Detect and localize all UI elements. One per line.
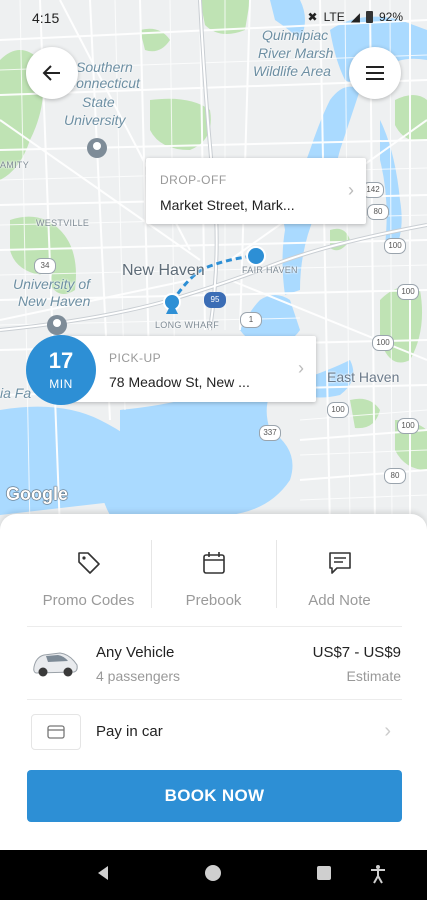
- vehicle-passengers: 4 passengers: [96, 668, 181, 684]
- road-shield: 80: [384, 468, 406, 484]
- status-time: 4:15: [32, 10, 60, 26]
- credit-card-icon: [47, 725, 65, 739]
- menu-button[interactable]: [349, 47, 401, 99]
- recents-nav-icon[interactable]: [315, 864, 333, 882]
- navigation-bar: [0, 850, 427, 900]
- map-label-southern: Southern: [76, 59, 133, 75]
- booking-sheet: Promo Codes Prebook Add Note Any Vehicle…: [0, 514, 427, 850]
- map-label-fair-haven: FAIR HAVEN: [242, 265, 298, 275]
- status-icons: ✖ LTE ◢ 92%: [308, 10, 403, 24]
- vehicle-row[interactable]: [0, 627, 427, 699]
- road-shield: 34: [34, 258, 56, 274]
- vehicle-price: US$7 - US$9: [312, 644, 401, 661]
- tag-icon: [77, 552, 100, 574]
- map-label-amity: AMITY: [0, 160, 30, 170]
- road-shield: 1: [240, 312, 262, 328]
- google-logo: Google: [6, 484, 68, 504]
- car-icon: [33, 652, 78, 677]
- map-label-wildlife-area: Wildlife Area: [253, 63, 331, 79]
- road-shield: 100: [384, 238, 406, 254]
- price-estimate-label: Estimate: [346, 668, 401, 684]
- calendar-icon: [202, 552, 225, 574]
- vehicle-name: Any Vehicle: [96, 644, 175, 661]
- back-arrow-icon: [42, 65, 60, 81]
- dropoff-label: DROP-OFF: [160, 173, 227, 187]
- back-button[interactable]: [26, 47, 78, 99]
- road-shield: 100: [372, 335, 394, 351]
- accessibility-icon[interactable]: [368, 864, 388, 884]
- status-bar: 4:15 ✖ LTE ◢ 92%: [0, 0, 427, 34]
- road-shield: 100: [397, 418, 419, 434]
- eta-value: 17: [48, 348, 74, 373]
- hamburger-icon: [366, 66, 384, 80]
- eta-badge: 17 MIN: [26, 335, 96, 405]
- network-label: LTE: [323, 10, 345, 24]
- mute-icon: ✖: [307, 10, 318, 24]
- road-shield: 100: [327, 402, 349, 418]
- pickup-card[interactable]: PICK-UP 78 Meadow St, New ... ›: [64, 336, 316, 402]
- prebook-label: Prebook: [185, 592, 242, 609]
- promo-codes-button[interactable]: Promo Codes: [26, 544, 151, 614]
- map-label-uni-new-haven-2: New Haven: [18, 293, 91, 309]
- pickup-address: 78 Meadow St, New ...: [109, 374, 250, 390]
- road-shield: 80: [367, 204, 389, 220]
- prebook-button[interactable]: Prebook: [151, 544, 276, 614]
- add-note-label: Add Note: [308, 592, 371, 609]
- road-shield: 337: [259, 425, 281, 441]
- battery-icon: [365, 11, 373, 23]
- map-label-westville: WESTVILLE: [36, 218, 90, 228]
- road-shield: 100: [397, 284, 419, 300]
- payment-label: Pay in car: [96, 723, 163, 740]
- back-nav-icon[interactable]: [94, 864, 112, 882]
- map-label-uni-new-haven-1: University of: [13, 276, 91, 292]
- promo-codes-label: Promo Codes: [42, 592, 135, 609]
- dropoff-address: Market Street, Mark...: [160, 197, 295, 213]
- battery-label: 92%: [378, 10, 403, 24]
- home-nav-icon[interactable]: [204, 864, 222, 882]
- chevron-right-icon: ›: [384, 720, 391, 742]
- chevron-right-icon: ›: [348, 180, 354, 200]
- map-label-state: State: [82, 94, 115, 110]
- map-label-university: University: [64, 112, 126, 128]
- signal-icon: ◢: [350, 10, 360, 24]
- map-label-east-haven: East Haven: [327, 369, 400, 385]
- map-label-long-wharf: LONG WHARF: [155, 320, 220, 330]
- chevron-right-icon: ›: [298, 358, 304, 378]
- dropoff-card[interactable]: DROP-OFF Market Street, Mark... ›: [146, 158, 366, 224]
- add-note-button[interactable]: Add Note: [277, 544, 402, 614]
- eta-unit: MIN: [49, 377, 73, 391]
- note-icon: [328, 552, 351, 574]
- book-now-button[interactable]: BOOK NOW: [27, 770, 402, 822]
- pickup-label: PICK-UP: [109, 351, 162, 365]
- payment-method-box: [31, 714, 81, 750]
- map-label-new-haven: New Haven: [122, 262, 205, 279]
- road-shield: 95: [204, 292, 226, 308]
- map-label-river-marsh: River Marsh: [258, 45, 334, 61]
